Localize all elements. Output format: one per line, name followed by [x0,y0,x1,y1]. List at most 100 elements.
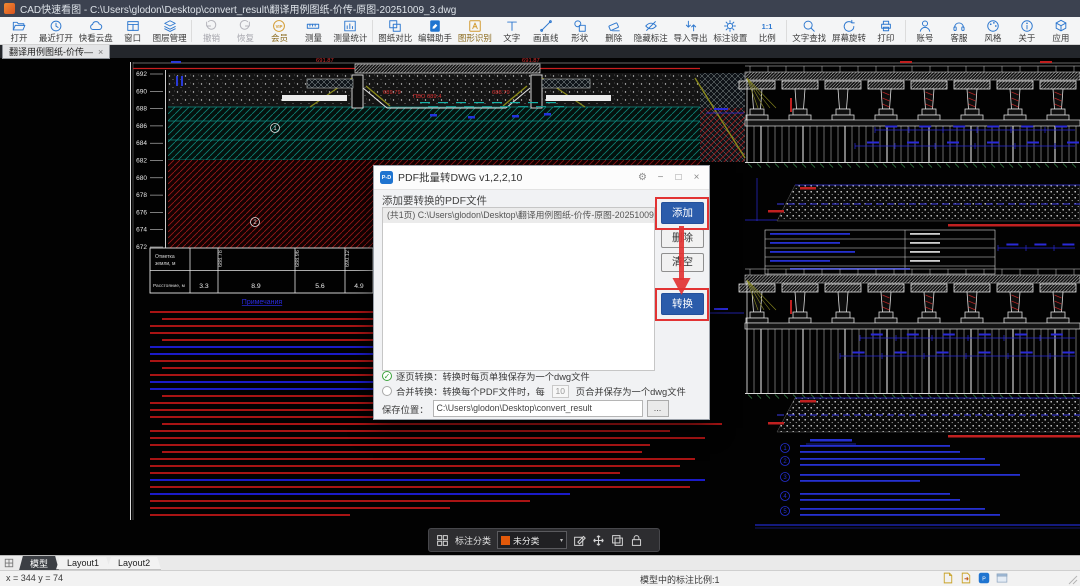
settings-gear-icon[interactable]: ⚙ [636,172,649,183]
main-toolbar: 打开最近打开快看云盘窗口图层管理撤销恢复 VIP 会员测量测量统计图纸对比编辑助手图… [0,17,1080,45]
clear-button[interactable]: 清空 [661,253,704,272]
cloud-icon [89,19,103,33]
copy-icon[interactable] [611,534,624,547]
toolbar-user[interactable]: 账号 [908,18,942,44]
right-section: 12345 [706,61,1080,528]
edit-icon[interactable] [573,534,586,547]
bridge-section [706,61,1080,168]
convert-button[interactable]: 转换 [661,293,704,315]
style-icon [986,19,1000,33]
option-per-page[interactable]: ✓ 逐页转换：转换时每页单独保存为一个dwg文件 [382,369,590,383]
toolbar-apps[interactable]: 应用 [1044,18,1078,44]
pdf-dwg-tray-icon[interactable]: P [978,572,990,584]
layers-icon [163,19,177,33]
elevation-label: 676 [136,209,147,216]
toolbar-eraser[interactable]: 删除 [597,18,631,44]
export-doc-icon[interactable] [960,572,972,584]
toolbar-label: 文字 [503,34,520,43]
dialog-title: PDF批量转DWG v1,2,2,10 [398,170,631,185]
close-icon[interactable]: × [98,47,103,57]
toolbar-headset[interactable]: 客服 [942,18,976,44]
panel-icon[interactable] [996,572,1008,584]
add-button[interactable]: 添加 [661,202,704,224]
toolbar-rotate[interactable]: 屏幕旋转 [829,18,869,44]
toolbar-clock[interactable]: 最近打开 [36,18,76,44]
toolbar-scale[interactable]: 1:1比例 [750,18,784,44]
toolbar-import-export[interactable]: 导入导出 [671,18,711,44]
distance-value: 8.9 [251,283,261,290]
classify-dropdown[interactable]: 未分类 ▾ [497,531,567,549]
toolbar-line[interactable]: 画直线 [529,18,563,44]
toolbar-cloud[interactable]: 快看云盘 [76,18,116,44]
document-tab[interactable]: 翻译用例图纸-价传— × [2,44,110,59]
save-path-input[interactable]: C:\Users\glodon\Desktop\convert_result [433,400,643,417]
maximize-icon[interactable]: □ [672,172,685,183]
toolbar-stats[interactable]: 测量统计 [330,18,370,44]
toolbar-label: 会员 [271,34,288,43]
toolbar-mark-settings[interactable]: 标注设置 [710,18,750,44]
elevation-label: 682 [136,158,147,165]
layout-tab-Layout1[interactable]: Layout1 [56,557,110,570]
legend-number: 5 [783,509,787,515]
toolbar-ruler[interactable]: 测量 [296,18,330,44]
text-search-icon [802,19,816,33]
browse-button[interactable]: ... [647,400,669,417]
option-merge[interactable]: 合并转换：转换每个PDF文件时，每 10 页合并保存为一个dwg文件 [382,384,686,398]
layout-tab-Layout2[interactable]: Layout2 [107,557,161,570]
dialog-titlebar[interactable]: P-D PDF批量转DWG v1,2,2,10 ⚙ − □ × [374,166,709,190]
toolbar-label: 风格 [984,34,1001,43]
document-tab-label: 翻译用例图纸-价传— [9,45,93,58]
toolbar-hide-marks[interactable]: 隐藏标注 [631,18,671,44]
toolbar-separator [191,20,192,42]
resize-grip[interactable] [1067,574,1078,585]
radio-checked-icon[interactable]: ✓ [382,371,392,381]
toolbar-text-search[interactable]: 文字查找 [789,18,829,44]
grid-icon[interactable] [436,534,449,547]
pdf-file-item[interactable]: (共1页) C:\Users\glodon\Desktop\翻译用例图纸-价传-… [383,208,654,223]
svg-text:VIP: VIP [276,24,283,29]
radio-unchecked-icon[interactable] [382,386,392,396]
toolbar-window[interactable]: 窗口 [116,18,150,44]
toolbar-folder-open[interactable]: 打开 [2,18,36,44]
notes-title: Примечания [242,299,283,306]
toolbar-redo[interactable]: 恢复 [228,18,262,44]
toolbar-layers[interactable]: 图层管理 [150,18,190,44]
toolbar-label: 标注设置 [713,34,747,43]
toolbar-shapes[interactable]: 形状 [563,18,597,44]
red-elevation-label: ПВО 689.4 [413,94,442,100]
document-icon[interactable] [942,572,954,584]
toolbar-text[interactable]: 文字 [495,18,529,44]
toolbar-print[interactable]: 打印 [869,18,903,44]
edit-assistant-icon [428,19,442,33]
toolbar-label: 关于 [1018,34,1035,43]
red-elevation-label: 691.87 [316,58,334,64]
ground-mark: 688.78 [218,250,224,267]
recognize-icon [468,19,482,33]
toolbar-style[interactable]: 风格 [976,18,1010,44]
distance-value: 4.9 [354,283,364,290]
toolbar-about[interactable]: 关于 [1010,18,1044,44]
move-icon[interactable] [592,534,605,547]
toolbar-compare[interactable]: 图纸对比 [375,18,415,44]
lock-icon[interactable] [630,534,643,547]
toolbar-label: 删除 [605,34,622,43]
minimize-icon[interactable]: − [654,172,667,183]
clock-icon [49,19,63,33]
toolbar-vip[interactable]: VIP 会员 [262,18,296,44]
elevation-label: 686 [136,123,147,130]
option-per-page-label: 逐页转换：转换时每页单独保存为一个dwg文件 [396,369,590,383]
ruler-icon [306,19,320,33]
classify-label: 标注分类 [455,534,491,547]
toolbar-recognize[interactable]: 图形识别 [455,18,495,44]
red-elevation-label: 689.79 [383,90,401,96]
delete-button[interactable]: 删除 [661,229,704,248]
layout-tab-模型[interactable]: 模型 [19,556,59,571]
merge-pages-input[interactable]: 10 [552,385,569,398]
toolbar-edit-assistant[interactable]: 编辑助手 [415,18,455,44]
toolbar-undo[interactable]: 撤销 [194,18,228,44]
pdf-file-list[interactable]: (共1页) C:\Users\glodon\Desktop\翻译用例图纸-价传-… [382,207,655,371]
cursor-coordinates: x = 344 y = 74 [6,573,63,583]
status-bar: x = 344 y = 74 模型中的标注比例:1 P [0,570,1080,586]
close-icon[interactable]: × [690,172,703,183]
sheet-grid-icon[interactable] [4,558,14,568]
